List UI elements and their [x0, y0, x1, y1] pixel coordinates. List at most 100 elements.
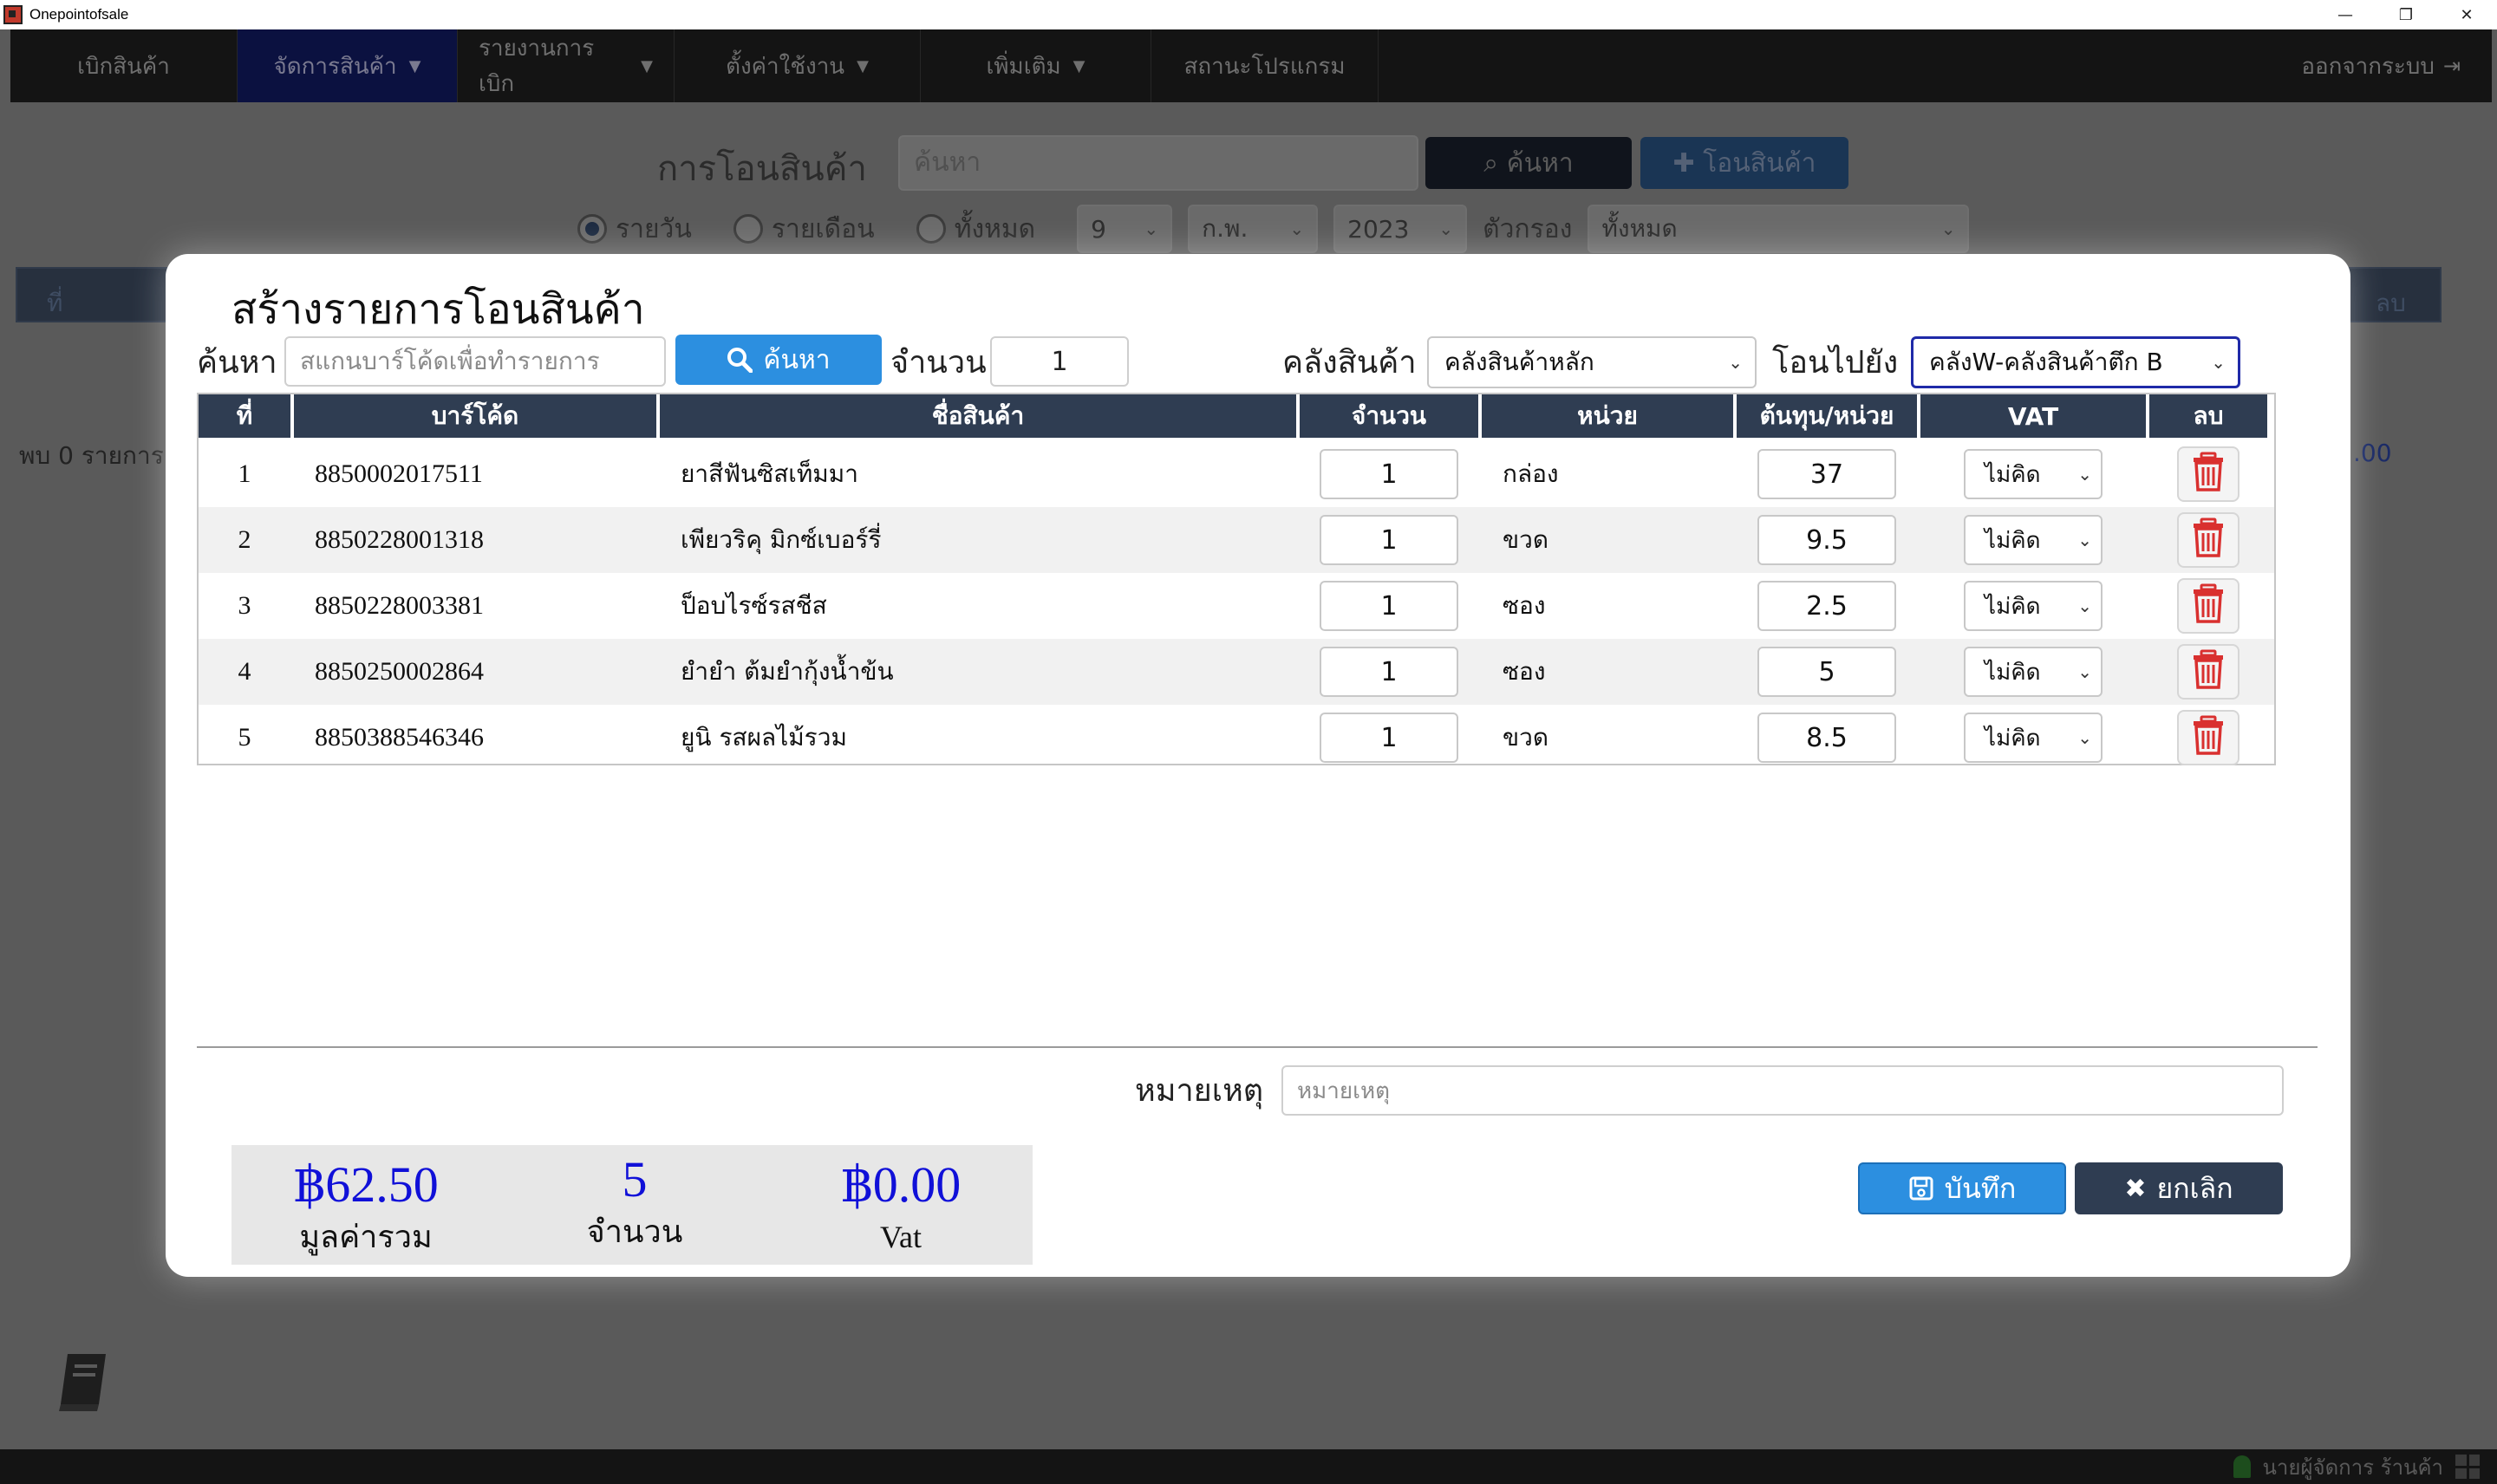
- select-value: คลังW-คลังสินค้าตึก B: [1929, 348, 2163, 376]
- filter-select[interactable]: ทั้งหมด ⌄: [1588, 205, 1970, 253]
- radio-label: รายวัน: [616, 213, 692, 244]
- row-quantity-input[interactable]: 1: [1320, 515, 1458, 565]
- caret-down-icon: ▼: [641, 56, 653, 75]
- row-vat-cell: ไม่คิด ⌄: [1920, 639, 2146, 705]
- page-title: การโอนสินค้า: [657, 149, 867, 189]
- delete-row-button[interactable]: [2177, 578, 2239, 634]
- restore-button[interactable]: ❐: [2376, 0, 2436, 29]
- row-unit: ซอง: [1503, 657, 1546, 686]
- row-barcode: 8850250002864: [315, 657, 484, 686]
- bg-col-delete: ลบ: [2376, 289, 2406, 317]
- row-quantity-cell: 1: [1300, 705, 1478, 771]
- create-transfer-modal: สร้างรายการโอนสินค้า ค้นหา สแกนบาร์โค้ดเ…: [166, 254, 2350, 1277]
- bg-search-button[interactable]: ⌕ ค้นหา: [1425, 137, 1632, 189]
- logout-button[interactable]: ออกจากระบบ ⇥: [2301, 29, 2492, 102]
- chevron-down-icon: ⌄: [2077, 727, 2092, 748]
- nav-label: เพิ่มเติม: [986, 53, 1061, 80]
- row-no: 2: [238, 525, 251, 554]
- warehouse-select[interactable]: คลังสินค้าหลัก ⌄: [1427, 336, 1757, 388]
- bg-search-input[interactable]: ค้นหา: [898, 135, 1418, 191]
- row-delete-cell: [2149, 705, 2267, 771]
- nav-item-withdraw-report[interactable]: รายงานการเบิก ▼: [458, 29, 675, 102]
- row-cost-input[interactable]: 37: [1757, 449, 1896, 499]
- close-button[interactable]: ✕: [2436, 0, 2497, 29]
- nav-item-program-status[interactable]: สถานะโปรแกรม: [1151, 29, 1379, 102]
- modal-search-button[interactable]: ค้นหา: [675, 335, 882, 385]
- row-vat-select[interactable]: ไม่คิด ⌄: [1964, 515, 2103, 565]
- nav-label: เบิกสินค้า: [77, 53, 170, 80]
- row-quantity-cell: 1: [1300, 573, 1478, 639]
- row-cost-input[interactable]: 9.5: [1757, 515, 1896, 565]
- summary-total: ฿62.50 มูลค่ารวม: [231, 1150, 500, 1254]
- row-vat-select[interactable]: ไม่คิด ⌄: [1964, 581, 2103, 631]
- row-barcode: 8850228003381: [315, 591, 484, 620]
- row-cost-input[interactable]: 2.5: [1757, 581, 1896, 631]
- nav-label: จัดการสินค้า: [273, 53, 397, 80]
- trash-icon: [2191, 715, 2226, 761]
- row-barcode: 8850228001318: [315, 525, 484, 554]
- user-icon: [2233, 1455, 2251, 1478]
- row-quantity-input[interactable]: 1: [1320, 449, 1458, 499]
- row-quantity-input[interactable]: 1: [1320, 713, 1458, 763]
- delete-row-button[interactable]: [2177, 710, 2239, 765]
- nav-item-more[interactable]: เพิ่มเติม ▼: [921, 29, 1151, 102]
- barcode-search-input[interactable]: สแกนบาร์โค้ดเพื่อทำรายการ: [284, 336, 666, 387]
- delete-row-button[interactable]: [2177, 512, 2239, 568]
- top-nav: เบิกสินค้า จัดการสินค้า ▼ รายงานการเบิก ▼ …: [10, 29, 2492, 102]
- nav-label: ตั้งค่าใช้งาน: [726, 53, 845, 80]
- row-quantity-input[interactable]: 1: [1320, 581, 1458, 631]
- row-delete-cell: [2149, 441, 2267, 507]
- row-cost-input[interactable]: 5: [1757, 647, 1896, 697]
- radio-daily[interactable]: รายวัน: [577, 209, 692, 250]
- nav-item-withdraw[interactable]: เบิกสินค้า: [10, 29, 238, 102]
- row-vat-select[interactable]: ไม่คิด ⌄: [1964, 449, 2103, 499]
- row-delete-cell: [2149, 573, 2267, 639]
- select-value: ก.พ.: [1202, 214, 1248, 243]
- save-button[interactable]: บันทึก: [1858, 1162, 2066, 1214]
- quantity-input[interactable]: 1: [990, 336, 1129, 387]
- note-label: หมายเหตุ: [1135, 1073, 1264, 1109]
- quantity-label: จำนวน: [890, 345, 987, 381]
- col-no: ที่: [199, 394, 290, 438]
- cancel-button[interactable]: ✖ ยกเลิก: [2075, 1162, 2283, 1214]
- row-cost-cell: 5: [1737, 639, 1917, 705]
- button-label: ยกเลิก: [2156, 1171, 2233, 1205]
- plus-icon: ✚: [1672, 147, 1695, 179]
- chevron-down-icon: ⌄: [2211, 352, 2226, 373]
- day-select[interactable]: 9 ⌄: [1077, 205, 1173, 253]
- row-no: 3: [238, 591, 251, 620]
- nav-item-settings[interactable]: ตั้งค่าใช้งาน ▼: [675, 29, 921, 102]
- row-vat-select[interactable]: ไม่คิด ⌄: [1964, 713, 2103, 763]
- row-quantity-input[interactable]: 1: [1320, 647, 1458, 697]
- radio-all[interactable]: ทั้งหมด: [916, 209, 1035, 250]
- minimize-button[interactable]: —: [2315, 0, 2376, 29]
- select-value: ไม่คิด: [1985, 725, 2041, 752]
- table-row: 3 8850228003381 ป็อบไรซ์รสชีส 1 ซอง 2.5 ไม่คิด…: [199, 573, 2274, 639]
- bg-transfer-button[interactable]: ✚ โอนสินค้า: [1640, 137, 1848, 189]
- transfer-to-select[interactable]: คลังW-คลังสินค้าตึก B ⌄: [1911, 336, 2240, 388]
- nav-item-manage-products[interactable]: จัดการสินค้า ▼: [238, 29, 458, 102]
- row-vat-select[interactable]: ไม่คิด ⌄: [1964, 647, 2103, 697]
- bg-total: .00: [2353, 439, 2392, 467]
- row-vat-cell: ไม่คิด ⌄: [1920, 507, 2146, 573]
- radio-monthly[interactable]: รายเดือน: [733, 209, 875, 250]
- delete-row-button[interactable]: [2177, 446, 2239, 502]
- window-title: Onepointofsale: [29, 6, 129, 23]
- button-label: ค้นหา: [763, 344, 831, 375]
- month-select[interactable]: ก.พ. ⌄: [1188, 205, 1319, 253]
- trash-icon: [2191, 517, 2226, 563]
- book-icon[interactable]: [55, 1351, 109, 1413]
- year-select[interactable]: 2023 ⌄: [1333, 205, 1468, 253]
- radio-circle: [916, 214, 946, 244]
- chevron-down-icon: ⌄: [2077, 661, 2092, 682]
- row-no: 1: [238, 459, 251, 488]
- delete-row-button[interactable]: [2177, 644, 2239, 700]
- note-input[interactable]: หมายเหตุ: [1281, 1065, 2284, 1116]
- chevron-down-icon: ⌄: [1438, 218, 1454, 239]
- row-cost-input[interactable]: 8.5: [1757, 713, 1896, 763]
- select-value: ทั้งหมด: [1601, 214, 1678, 243]
- divider: [197, 1046, 2318, 1048]
- grid-icon[interactable]: [2455, 1455, 2480, 1479]
- status-bar: นายผู้จัดการ ร้านค้า: [0, 1449, 2497, 1484]
- modal-title: สร้างรายการโอนสินค้า: [231, 285, 645, 334]
